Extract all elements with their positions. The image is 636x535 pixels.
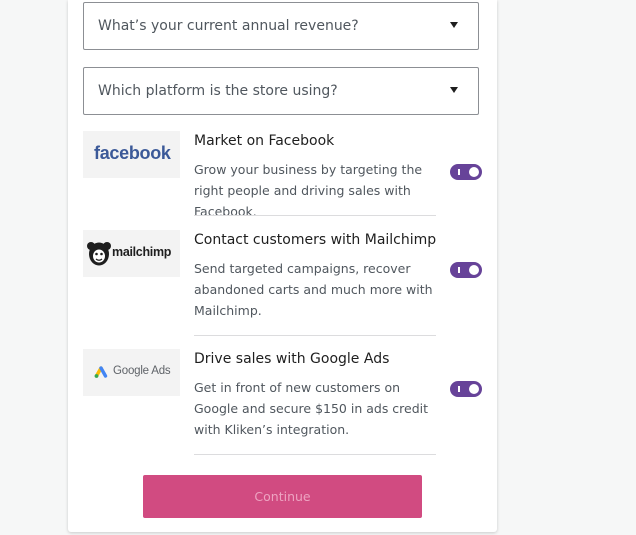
facebook-logo: facebook: [83, 131, 180, 178]
google-ads-icon: [94, 366, 108, 378]
mailchimp-logo: mailchimp: [83, 230, 180, 277]
mailchimp-freddie-icon: [87, 242, 111, 266]
extension-mailchimp-body: Contact customers with Mailchimp Send ta…: [194, 230, 436, 321]
annual-revenue-select[interactable]: What’s your current annual revenue?: [83, 2, 479, 50]
divider: [194, 215, 436, 216]
toggle-on-indicator: [458, 267, 460, 273]
google-ads-logo: Google Ads: [83, 349, 180, 396]
extension-title: Drive sales with Google Ads: [194, 351, 390, 367]
onboarding-card: What’s your current annual revenue? Whic…: [68, 0, 497, 532]
extension-google-ads-body: Drive sales with Google Ads Get in front…: [194, 349, 436, 440]
divider: [194, 335, 436, 336]
extension-title: Contact customers with Mailchimp: [194, 232, 437, 248]
toggle-knob: [469, 265, 479, 275]
google-ads-toggle[interactable]: [450, 381, 482, 397]
toggle-knob: [469, 384, 479, 394]
continue-button[interactable]: Continue: [143, 475, 422, 518]
chevron-down-icon: [450, 87, 458, 93]
extension-google-ads: Google Ads Drive sales with Google Ads G…: [83, 349, 482, 455]
store-platform-select-label: Which platform is the store using?: [98, 83, 338, 99]
extension-facebook: facebook Market on Facebook Grow your bu…: [83, 131, 482, 219]
mailchimp-toggle[interactable]: [450, 262, 482, 278]
extension-title: Market on Facebook: [194, 133, 335, 149]
toggle-on-indicator: [458, 386, 460, 392]
extension-description: Get in front of new customers on Google …: [194, 380, 429, 437]
toggle-on-indicator: [458, 169, 460, 175]
toggle-knob: [469, 167, 479, 177]
facebook-logo-text: facebook: [94, 143, 171, 163]
extension-description: Grow your business by targeting the righ…: [194, 162, 423, 219]
extension-facebook-body: Market on Facebook Grow your business by…: [194, 131, 436, 222]
extension-mailchimp: mailchimp Contact customers with Mailchi…: [83, 230, 482, 336]
divider: [194, 454, 436, 455]
store-platform-select[interactable]: Which platform is the store using?: [83, 67, 479, 115]
extension-description: Send targeted campaigns, recover abandon…: [194, 261, 433, 318]
google-ads-logo-text: Google Ads: [113, 365, 171, 377]
facebook-toggle[interactable]: [450, 164, 482, 180]
annual-revenue-select-label: What’s your current annual revenue?: [98, 18, 359, 34]
mailchimp-logo-text: mailchimp: [112, 245, 172, 259]
chevron-down-icon: [450, 22, 458, 28]
